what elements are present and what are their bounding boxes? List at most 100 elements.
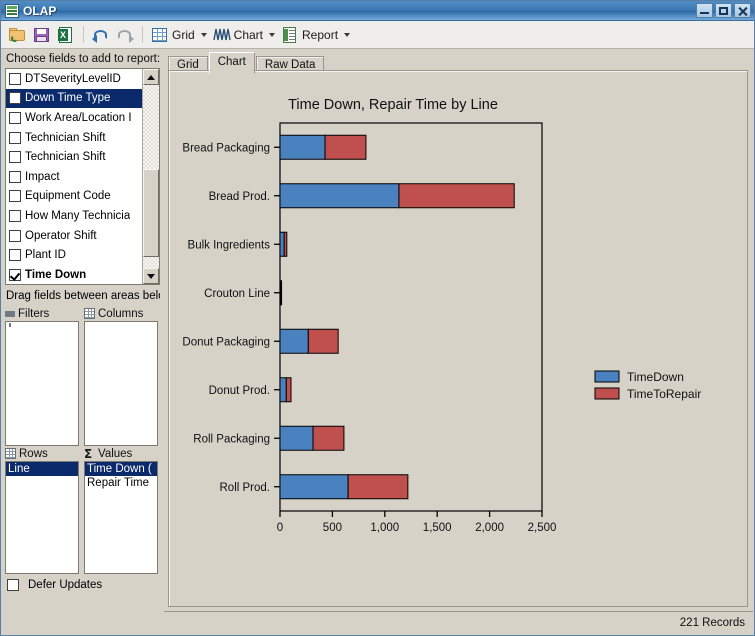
drop-zone-title: Columns [98,307,144,320]
drop-zone-columns[interactable]: Columns [84,306,158,446]
legend-swatch [594,370,620,383]
drop-zone-body[interactable]: Time Down (Repair Time [84,461,158,574]
field-checkbox[interactable] [9,190,21,203]
y-axis-label: Bread Prod. [209,191,270,203]
drop-zone-values[interactable]: Σ Values Time Down (Repair Time [84,446,158,574]
bar-segment [307,328,339,354]
field-list-item[interactable]: Plant ID [6,245,142,265]
field-list-item[interactable]: How Many Technicia [6,206,142,226]
field-list-item[interactable]: Impact [6,167,142,187]
chart-title: Time Down, Repair Time by Line [169,97,747,113]
y-axis-label: Roll Packaging [193,433,270,445]
tab-chart[interactable]: Chart [208,52,255,74]
chart-tab-panel: Time Down, Repair Time by Line Bread Pac… [168,70,748,607]
content-pane: Grid Chart Raw Data Time Down, Repair Time… [163,49,754,635]
record-count: 221 Records [679,617,745,629]
drop-zone-item[interactable]: Repair Time [85,476,157,490]
save-button[interactable] [30,23,54,46]
drop-zone-item[interactable]: Line [6,462,78,476]
bar-segment [279,328,309,354]
undo-icon [92,26,110,44]
drop-zone-header: Columns [84,306,158,321]
field-checkbox[interactable] [9,92,21,105]
field-checkbox[interactable] [9,249,21,262]
legend-label: TimeToRepair [627,387,701,401]
field-list-item[interactable]: Equipment Code [6,187,142,207]
window-body: Choose fields to add to report: DTSeveri… [1,49,754,635]
field-checkbox[interactable] [9,151,21,164]
field-list-item[interactable]: Operator Shift [6,226,142,246]
field-list-item[interactable]: Technician Shift [6,128,142,148]
drop-zone-body[interactable] [5,321,79,446]
field-list[interactable]: DTSeverityLevelID Down Time Type Work Area… [5,68,160,285]
chart-icon [212,26,231,44]
field-checkbox[interactable] [9,111,21,124]
undo-button[interactable] [89,23,113,46]
drop-zone-rows[interactable]: Rows Line [5,446,79,574]
field-panel: Choose fields to add to report: DTSeveri… [1,49,163,635]
chevron-down-icon-2[interactable] [269,32,276,37]
drop-zone-header: Rows [5,446,79,461]
field-label: Down Time Type [25,92,111,105]
save-disk-icon [33,26,51,44]
chart-menu-button[interactable]: Chart [210,23,278,46]
olap-window: OLAP X Grid Chart Report Choose fields t… [0,0,755,636]
field-list-item[interactable]: Technician Shift [6,147,142,167]
drop-zones: Filters Columns Rows Line Σ Values Time Down (… [5,306,160,574]
chevron-down-icon-3[interactable] [344,32,351,37]
drop-zone-filters[interactable]: Filters [5,306,79,446]
grid-menu-button[interactable]: Grid [148,23,210,46]
field-list-item[interactable]: Time Down [6,265,142,284]
field-label: Equipment Code [25,190,111,203]
bar-segment [398,183,515,209]
y-axis-label: Donut Packaging [182,336,270,348]
field-label: Technician Shift [25,151,106,164]
field-checkbox[interactable] [9,268,21,281]
scrollbar-thumb[interactable] [143,169,159,257]
drop-zone-body[interactable]: Line [5,461,79,574]
drop-zone-body[interactable] [84,321,158,446]
open-button[interactable] [6,23,30,46]
bar-segment [280,280,283,306]
title-bar: OLAP [1,1,754,21]
sigma-icon: Σ [84,446,93,461]
report-menu-button[interactable]: Report [278,23,353,46]
chevron-down-icon[interactable] [200,32,207,37]
drop-zone-title: Rows [19,447,48,460]
plot-frame [279,122,543,512]
minimize-button[interactable] [696,3,713,18]
x-axis-label: 1,000 [370,522,399,534]
chart-title-text: Time Down, Repair Time by Line [288,97,498,113]
report-icon [281,26,299,44]
field-checkbox[interactable] [9,209,21,222]
drop-zone-item[interactable]: Time Down ( [85,462,157,476]
field-checkbox[interactable] [9,170,21,183]
field-checkbox[interactable] [9,131,21,144]
defer-updates-checkbox[interactable] [7,579,19,591]
x-axis-label: 1,500 [423,522,452,534]
field-panel-heading: Choose fields to add to report: [6,53,160,65]
field-list-item[interactable]: Down Time Type [6,88,142,109]
field-label: Operator Shift [25,229,97,242]
defer-updates-row[interactable]: Defer Updates [5,579,160,591]
close-button[interactable] [734,3,751,18]
field-list-item[interactable]: DTSeverityLevelID [6,69,142,89]
scroll-up-button[interactable] [143,69,159,85]
field-label: How Many Technicia [25,209,131,222]
legend-swatch [594,387,620,400]
field-label: Work Area/Location I [25,111,132,124]
field-list-item[interactable]: Work Area/Location I [6,108,142,128]
redo-button[interactable] [113,23,137,46]
grid-icon [151,26,169,44]
field-list-scrollbar[interactable] [142,69,159,284]
maximize-button[interactable] [715,3,732,18]
y-axis-label: Crouton Line [204,288,270,300]
export-excel-button[interactable]: X [54,23,78,46]
scroll-down-button[interactable] [143,268,159,284]
toolbar-separator-2 [142,26,143,43]
y-axis-label: Donut Prod. [209,385,270,397]
report-menu-label: Report [302,27,339,42]
field-checkbox[interactable] [9,229,21,242]
excel-icon: X [57,26,75,44]
field-checkbox[interactable] [9,72,21,85]
